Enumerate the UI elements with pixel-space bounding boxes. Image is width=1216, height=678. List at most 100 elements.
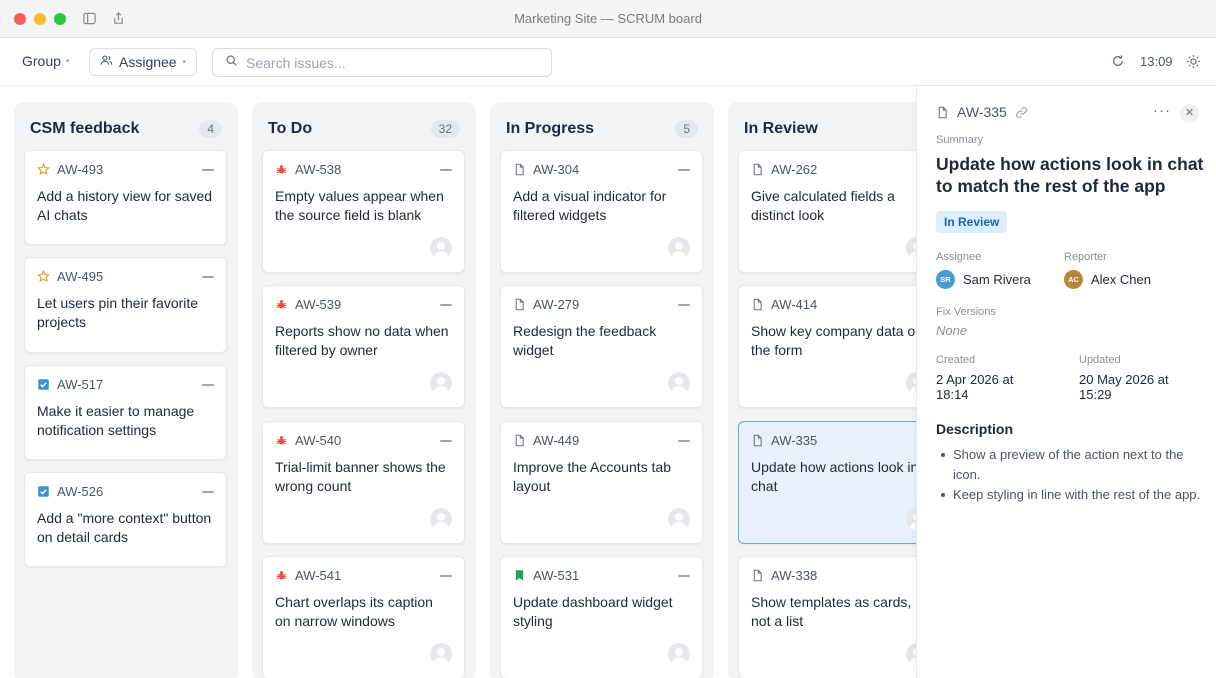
bug-icon xyxy=(275,163,288,176)
document-icon xyxy=(751,434,764,447)
issue-card-selected[interactable]: AW-335 Update how actions look in chat xyxy=(738,421,941,544)
dropdown-dot-icon: • xyxy=(182,56,187,68)
issue-title: Improve the Accounts tab layout xyxy=(513,459,671,494)
priority-medium-icon xyxy=(202,491,214,493)
issue-key: AW-531 xyxy=(533,568,580,583)
updated-date-line2: 15:29 xyxy=(1079,387,1112,402)
assignee-filter-button[interactable]: Assignee • xyxy=(89,48,198,76)
issue-card[interactable]: AW-493 Add a history view for saved AI c… xyxy=(24,150,227,245)
issue-card[interactable]: AW-304 Add a visual indicator for filter… xyxy=(500,150,703,273)
issue-title: Update dashboard widget styling xyxy=(513,594,673,629)
description-item: Show a preview of the action next to the… xyxy=(936,445,1206,485)
fix-versions-label: Fix Versions xyxy=(936,306,996,318)
more-options-icon[interactable]: ··· xyxy=(1153,102,1171,119)
created-date-line2: 18:14 xyxy=(936,387,969,402)
description-list[interactable]: Show a preview of the action next to the… xyxy=(936,445,1206,505)
description-heading: Description xyxy=(936,421,1014,437)
reporter-field-label: Reporter xyxy=(1064,251,1107,263)
issue-title: Empty values appear when the source fiel… xyxy=(275,188,444,223)
group-label: Group xyxy=(22,53,61,69)
issue-title: Add a "more context" button on detail ca… xyxy=(37,510,212,545)
unassigned-avatar[interactable] xyxy=(430,372,452,394)
reporter-name: Alex Chen xyxy=(1091,272,1151,287)
issue-key: AW-335 xyxy=(771,433,818,448)
priority-medium-icon xyxy=(202,276,214,278)
column-count: 5 xyxy=(675,120,698,138)
document-icon xyxy=(751,163,764,176)
bug-icon xyxy=(275,569,288,582)
search-input[interactable] xyxy=(246,54,536,71)
assignee-field[interactable]: SR Sam Rivera xyxy=(936,270,1031,289)
group-dropdown[interactable]: Group • xyxy=(22,53,69,69)
issue-key: AW-338 xyxy=(771,568,818,583)
dropdown-dot-icon: • xyxy=(65,55,70,67)
priority-medium-icon xyxy=(202,384,214,386)
column-in-progress: In Progress 5 AW-304 Add a visual indica… xyxy=(490,102,714,678)
unassigned-avatar[interactable] xyxy=(668,508,690,530)
issue-key: AW-541 xyxy=(295,568,342,583)
column-title: CSM feedback xyxy=(30,120,140,137)
description-item: Keep styling in line with the rest of th… xyxy=(936,485,1206,505)
priority-medium-icon xyxy=(678,169,690,171)
reporter-field[interactable]: AC Alex Chen xyxy=(1064,270,1151,289)
link-icon[interactable] xyxy=(1015,106,1028,119)
fix-versions-value[interactable]: None xyxy=(936,323,967,338)
priority-medium-icon xyxy=(678,304,690,306)
issue-title: Add a history view for saved AI chats xyxy=(37,188,213,223)
issue-title: Show templates as cards, not a list xyxy=(751,594,912,629)
status-badge[interactable]: In Review xyxy=(936,211,1008,233)
unassigned-avatar[interactable] xyxy=(430,237,452,259)
document-icon xyxy=(513,434,526,447)
issue-card[interactable]: AW-517 Make it easier to manage notifica… xyxy=(24,365,227,460)
updated-label: Updated xyxy=(1079,354,1121,366)
issue-card[interactable]: AW-495 Let users pin their favorite proj… xyxy=(24,257,227,353)
star-icon xyxy=(37,269,50,283)
assignee-name: Sam Rivera xyxy=(963,272,1031,287)
sun-icon[interactable] xyxy=(1186,54,1201,69)
issue-card[interactable]: AW-262 Give calculated fields a distinct… xyxy=(738,150,941,273)
unassigned-avatar[interactable] xyxy=(668,237,690,259)
priority-medium-icon xyxy=(440,575,452,577)
issue-key: AW-539 xyxy=(295,297,342,312)
column-title: To Do xyxy=(268,120,313,137)
issue-key: AW-517 xyxy=(57,377,104,392)
assignee-label: Assignee xyxy=(119,54,177,70)
unassigned-avatar[interactable] xyxy=(668,643,690,665)
issue-card[interactable]: AW-526 Add a "more context" button on de… xyxy=(24,472,227,567)
unassigned-avatar[interactable] xyxy=(668,372,690,394)
issue-card[interactable]: AW-338 Show templates as cards, not a li… xyxy=(738,556,941,678)
issue-key: AW-538 xyxy=(295,162,342,177)
issue-key: AW-449 xyxy=(533,433,580,448)
issue-detail-panel: AW-335 ··· ✕ Summary Update how actions … xyxy=(916,86,1216,678)
reporter-avatar: AC xyxy=(1064,270,1083,289)
issue-card[interactable]: AW-414 Show key company data on the form xyxy=(738,285,941,408)
issue-card[interactable]: AW-531 Update dashboard widget styling xyxy=(500,556,703,678)
issue-card[interactable]: AW-540 Trial-limit banner shows the wron… xyxy=(262,421,465,544)
priority-medium-icon xyxy=(440,440,452,442)
bug-icon xyxy=(275,434,288,447)
window-title: Marketing Site — SCRUM board xyxy=(514,11,702,26)
detail-title[interactable]: Update how actions look in chat to match… xyxy=(936,153,1206,197)
unassigned-avatar[interactable] xyxy=(430,643,452,665)
unassigned-avatar[interactable] xyxy=(430,508,452,530)
issue-card[interactable]: AW-279 Redesign the feedback widget xyxy=(500,285,703,408)
issue-key: AW-495 xyxy=(57,269,104,284)
column-count: 32 xyxy=(430,120,460,138)
checkbox-icon xyxy=(37,378,50,391)
issue-title: Make it easier to manage notification se… xyxy=(37,403,195,438)
column-count: 4 xyxy=(199,120,222,138)
issue-title: Reports show no data when filtered by ow… xyxy=(275,323,449,358)
issue-key: AW-262 xyxy=(771,162,818,177)
close-panel-icon[interactable]: ✕ xyxy=(1180,104,1199,123)
refresh-icon[interactable] xyxy=(1111,54,1126,69)
document-icon xyxy=(936,106,949,119)
created-date-line1: 2 Apr 2026 at xyxy=(936,372,1014,387)
bug-icon xyxy=(275,298,288,311)
column-csm-feedback: CSM feedback 4 AW-493 Add a history view… xyxy=(14,102,238,678)
issue-card[interactable]: AW-539 Reports show no data when filtere… xyxy=(262,285,465,408)
issue-title: Show key company data on the form xyxy=(751,323,923,358)
issue-card[interactable]: AW-449 Improve the Accounts tab layout xyxy=(500,421,703,544)
issue-card[interactable]: AW-541 Chart overlaps its caption on nar… xyxy=(262,556,465,678)
issue-card[interactable]: AW-538 Empty values appear when the sour… xyxy=(262,150,465,273)
toolbar: Group • Assignee • 13:09 xyxy=(0,38,1216,86)
